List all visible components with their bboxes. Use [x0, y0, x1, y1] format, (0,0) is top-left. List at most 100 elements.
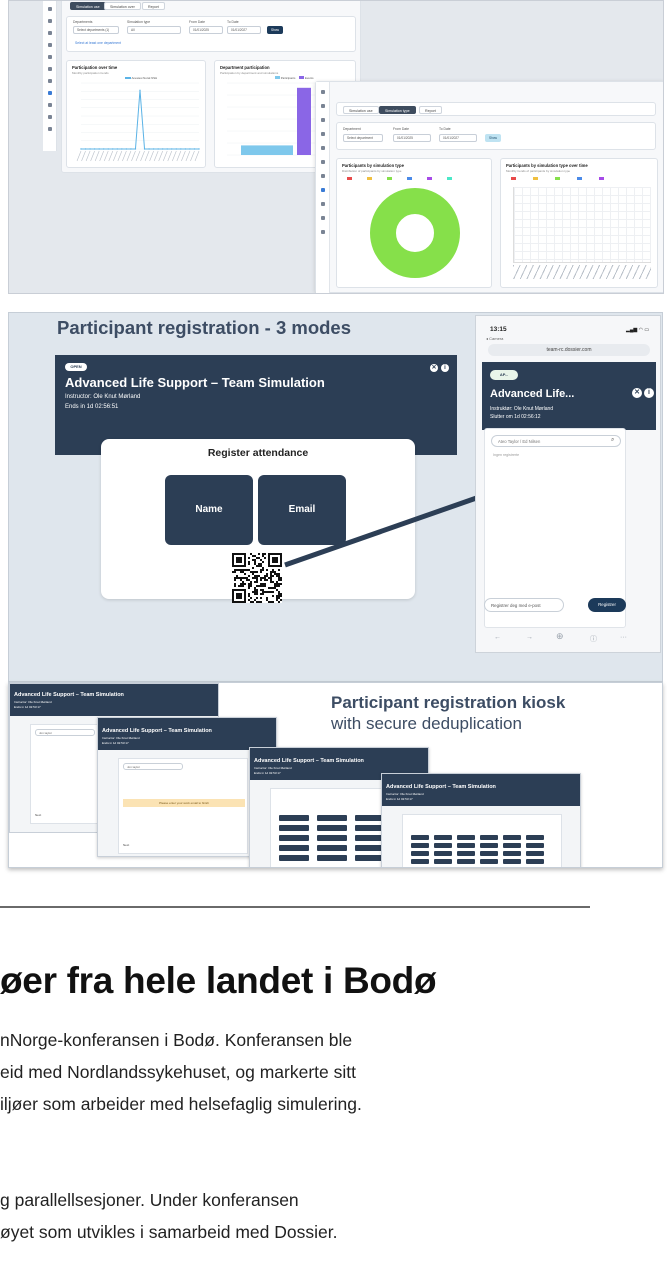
list-icon[interactable] [48, 43, 52, 47]
keypad-key[interactable] [317, 835, 347, 841]
keypad-key[interactable] [317, 815, 347, 821]
next-button[interactable]: Next [35, 813, 41, 817]
new-tab-icon[interactable]: ⊕ [556, 631, 564, 642]
select-department-link[interactable]: Select at least one department [75, 41, 121, 45]
from-date-input[interactable]: 01/01/2025 [189, 26, 223, 34]
keypad-key[interactable] [457, 851, 475, 856]
close-icon[interactable]: ✕ [430, 364, 438, 372]
register-by-name-button[interactable]: Name [165, 475, 253, 545]
forward-icon[interactable]: → [526, 634, 533, 641]
keypad-key[interactable] [434, 851, 452, 856]
department-select[interactable]: Select department [343, 134, 383, 142]
show-button[interactable]: Show [267, 26, 283, 34]
keypad-key[interactable] [526, 851, 544, 856]
to-date-input[interactable]: 01/01/2027 [439, 134, 477, 142]
chart-icon[interactable] [48, 79, 52, 83]
folder-icon[interactable] [48, 103, 52, 107]
report-icon[interactable] [48, 55, 52, 59]
qr-code[interactable] [232, 553, 282, 603]
help-icon[interactable] [48, 115, 52, 119]
keypad-key[interactable] [434, 859, 452, 864]
kiosk-search-input[interactable]: Jon taylor [123, 763, 183, 770]
keypad-key[interactable] [480, 843, 498, 848]
keypad-key[interactable] [457, 843, 475, 848]
to-date-input[interactable]: 01/01/2027 [227, 26, 261, 34]
keypad-key[interactable] [503, 859, 521, 864]
email-register-input[interactable]: Registrer deg med e-post [484, 598, 564, 612]
keypad-key[interactable] [411, 859, 429, 864]
show-button[interactable]: Show [485, 134, 501, 142]
info-icon[interactable]: i [644, 388, 654, 398]
name-search-input[interactable]: Ateo Taylor / Ed Nilsen [491, 435, 621, 447]
next-button[interactable]: Next [123, 843, 129, 847]
analytics-icon[interactable] [48, 91, 52, 95]
address-bar[interactable]: team-rc.dossier.com [488, 344, 650, 356]
info-icon[interactable]: i [441, 364, 449, 372]
from-date-input[interactable]: 01/01/2025 [393, 134, 431, 142]
keypad-key[interactable] [411, 843, 429, 848]
keypad-key[interactable] [434, 843, 452, 848]
logout-icon[interactable] [321, 230, 325, 234]
keypad-key[interactable] [279, 815, 309, 821]
register-button[interactable]: Registrer [588, 598, 626, 612]
analytics-icon[interactable] [321, 188, 325, 192]
users-icon[interactable] [48, 31, 52, 35]
keypad-key[interactable] [279, 825, 309, 831]
users-icon[interactable] [321, 118, 325, 122]
settings-icon[interactable] [321, 160, 325, 164]
keypad-key[interactable] [480, 835, 498, 840]
keypad-key[interactable] [317, 825, 347, 831]
help-icon[interactable] [321, 216, 325, 220]
keypad-key[interactable] [526, 859, 544, 864]
article-line-6: øyet som utvikles i samarbeid med Dossie… [0, 1222, 338, 1242]
keypad-key[interactable] [411, 835, 429, 840]
folder-icon[interactable] [321, 202, 325, 206]
tab-report[interactable]: Report [142, 2, 165, 10]
calendar-icon[interactable] [321, 104, 325, 108]
more-icon[interactable]: ··· [620, 634, 627, 641]
keypad-key[interactable] [503, 851, 521, 856]
keypad-key[interactable] [526, 867, 544, 868]
simulation-type-select[interactable]: All [127, 26, 181, 34]
keypad-key[interactable] [457, 867, 475, 868]
keypad-key[interactable] [480, 851, 498, 856]
search-icon[interactable]: ⌕ [611, 437, 614, 444]
logout-icon[interactable] [48, 127, 52, 131]
keypad-key[interactable] [526, 835, 544, 840]
tab-simulation-type[interactable]: Simulation type [379, 106, 416, 114]
back-icon[interactable]: ← [494, 634, 501, 641]
keypad-key[interactable] [503, 835, 521, 840]
keypad-key[interactable] [526, 843, 544, 848]
keypad-key[interactable] [317, 855, 347, 861]
keypad-key[interactable] [411, 867, 429, 868]
list-icon[interactable] [321, 132, 325, 136]
keypad-key[interactable] [480, 867, 498, 868]
settings-icon[interactable] [48, 67, 52, 71]
tab-simulation-use[interactable]: Simulation use [70, 2, 106, 10]
keypad-key[interactable] [434, 835, 452, 840]
keypad-key[interactable] [279, 855, 309, 861]
chart-icon[interactable] [321, 174, 325, 178]
keypad-key[interactable] [317, 845, 347, 851]
keypad-key[interactable] [480, 859, 498, 864]
keypad-key[interactable] [411, 851, 429, 856]
keypad-key[interactable] [457, 859, 475, 864]
tabs-icon[interactable]: ⓘ [590, 634, 597, 644]
keypad-key[interactable] [457, 835, 475, 840]
home-icon[interactable] [321, 90, 325, 94]
keypad-key[interactable] [503, 843, 521, 848]
tab-report[interactable]: Report [419, 106, 442, 114]
kiosk-search-input[interactable]: Jon taylor [35, 729, 95, 736]
back-to-camera-link[interactable]: ◂ Camera [486, 336, 503, 341]
department-select[interactable]: Select departments (1) [73, 26, 119, 34]
report-icon[interactable] [321, 146, 325, 150]
keypad-key[interactable] [279, 845, 309, 851]
keypad-key[interactable] [279, 835, 309, 841]
calendar-icon[interactable] [48, 19, 52, 23]
tab-simulation-over[interactable]: Simulation over [104, 2, 141, 10]
keypad-key[interactable] [503, 867, 521, 868]
home-icon[interactable] [48, 7, 52, 11]
tab-simulation-use[interactable]: Simulation use [343, 106, 379, 114]
close-icon[interactable]: ✕ [632, 388, 642, 398]
keypad-key[interactable] [434, 867, 452, 868]
